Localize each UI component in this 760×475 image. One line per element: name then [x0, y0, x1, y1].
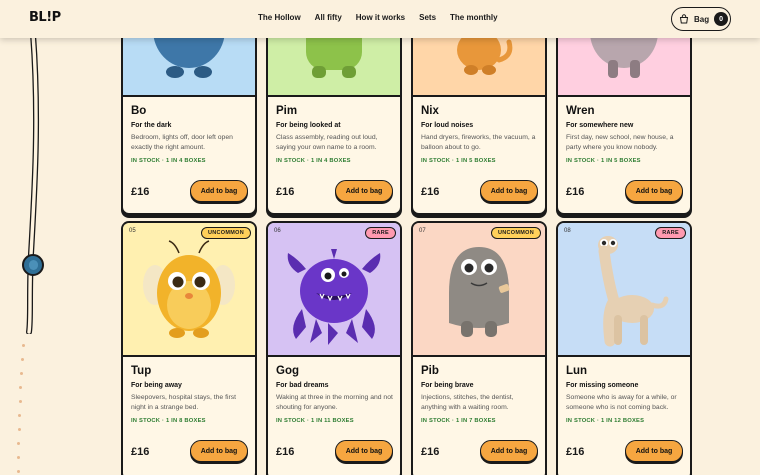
add-to-bag-button[interactable]: Add to bag: [480, 180, 538, 202]
product-image: [268, 223, 400, 357]
product-description: Class assembly, reading out loud, saying…: [276, 134, 378, 151]
product-price: £16: [566, 186, 585, 198]
stock-status: IN STOCK · 1 IN 8 BOXES: [131, 418, 206, 424]
product-image: [413, 223, 545, 357]
product-description: First day, new school, new house, a part…: [566, 134, 674, 151]
stock-status: IN STOCK · 1 IN 12 BOXES: [566, 418, 645, 424]
product-name: Tup: [131, 365, 152, 377]
nav-link-the-monthly[interactable]: The monthly: [450, 13, 498, 22]
product-name: Nix: [421, 105, 439, 117]
product-description: Bedroom, lights off, door left open exac…: [131, 134, 233, 151]
product-tagline: For loud noises: [421, 122, 474, 129]
product-name: Pib: [421, 365, 439, 377]
bag-icon: [679, 14, 689, 24]
add-to-bag-button[interactable]: Add to bag: [480, 440, 538, 462]
product-price: £16: [421, 446, 440, 458]
product-image: [558, 223, 690, 357]
scroll-track[interactable]: [21, 34, 45, 334]
stock-status: IN STOCK · 1 IN 7 BOXES: [421, 418, 496, 424]
product-description: Injections, stitches, the dentist, anyth…: [421, 394, 514, 411]
add-to-bag-button[interactable]: Add to bag: [625, 440, 683, 462]
rarity-badge: UNCOMMON: [490, 227, 541, 239]
product-tagline: For being brave: [421, 382, 474, 389]
logo[interactable]: BL!P: [29, 10, 61, 25]
top-nav: BL!P The Hollow All fifty How it works S…: [0, 0, 760, 38]
add-to-bag-button[interactable]: Add to bag: [190, 440, 248, 462]
product-name: Gog: [276, 365, 299, 377]
bag-button[interactable]: Bag 0: [671, 7, 731, 31]
bag-count-badge: 0: [714, 12, 729, 26]
track-dots: [15, 340, 29, 475]
product-name: Wren: [566, 105, 595, 117]
product-tagline: For somewhere new: [566, 122, 634, 129]
product-tagline: For the dark: [131, 122, 172, 129]
product-card-lun[interactable]: 08 RARE Lun For missing someone Someone …: [556, 221, 692, 475]
nav-link-sets[interactable]: Sets: [419, 13, 436, 22]
bag-label: Bag: [694, 14, 710, 24]
scroll-knob-creature[interactable]: [22, 254, 44, 276]
product-name: Pim: [276, 105, 298, 117]
product-price: £16: [131, 186, 150, 198]
product-card-gog[interactable]: 06 RARE Gog For bad dreams Waking at thr…: [266, 221, 402, 475]
product-price: £16: [566, 446, 585, 458]
add-to-bag-button[interactable]: Add to bag: [335, 440, 393, 462]
stock-status: IN STOCK · 1 IN 5 BOXES: [421, 158, 496, 164]
product-number: 07: [419, 228, 426, 234]
product-number: 08: [564, 228, 571, 234]
product-tagline: For missing someone: [566, 382, 639, 389]
product-price: £16: [276, 186, 295, 198]
rarity-badge: RARE: [655, 227, 686, 239]
product-tagline: For being away: [131, 382, 182, 389]
stock-status: IN STOCK · 1 IN 11 BOXES: [276, 418, 354, 424]
stock-status: IN STOCK · 1 IN 5 BOXES: [566, 158, 641, 164]
product-price: £16: [131, 446, 150, 458]
product-description: Sleepovers, hospital stays, the first ni…: [131, 394, 237, 411]
product-image: [123, 223, 255, 357]
product-description: Someone who is away for a while, or some…: [566, 394, 677, 411]
product-tagline: For bad dreams: [276, 382, 329, 389]
nav-link-the-hollow[interactable]: The Hollow: [258, 13, 301, 22]
nav-link-all-fifty[interactable]: All fifty: [315, 13, 342, 22]
product-card-tup[interactable]: 05 UNCOMMON Tup For being away Sleepover…: [121, 221, 257, 475]
add-to-bag-button[interactable]: Add to bag: [190, 180, 248, 202]
track-line: [26, 34, 40, 334]
stock-status: IN STOCK · 1 IN 4 BOXES: [131, 158, 206, 164]
add-to-bag-button[interactable]: Add to bag: [335, 180, 393, 202]
product-name: Bo: [131, 105, 147, 117]
nav-link-how-it-works[interactable]: How it works: [356, 13, 405, 22]
stock-status: IN STOCK · 1 IN 4 BOXES: [276, 158, 351, 164]
product-price: £16: [421, 186, 440, 198]
add-to-bag-button[interactable]: Add to bag: [625, 180, 683, 202]
product-name: Lun: [566, 365, 588, 377]
product-tagline: For being looked at: [276, 122, 341, 129]
product-description: Waking at three in the morning and not s…: [276, 394, 393, 411]
product-card-pib[interactable]: 07 UNCOMMON Pib For being brave Injectio…: [411, 221, 547, 475]
rarity-badge: RARE: [365, 227, 396, 239]
product-number: 06: [274, 228, 281, 234]
product-description: Hand dryers, fireworks, the vacuum, a ba…: [421, 134, 536, 151]
product-price: £16: [276, 446, 295, 458]
product-number: 05: [129, 228, 136, 234]
nav-links: The Hollow All fifty How it works Sets T…: [258, 13, 498, 22]
rarity-badge: UNCOMMON: [200, 227, 251, 239]
